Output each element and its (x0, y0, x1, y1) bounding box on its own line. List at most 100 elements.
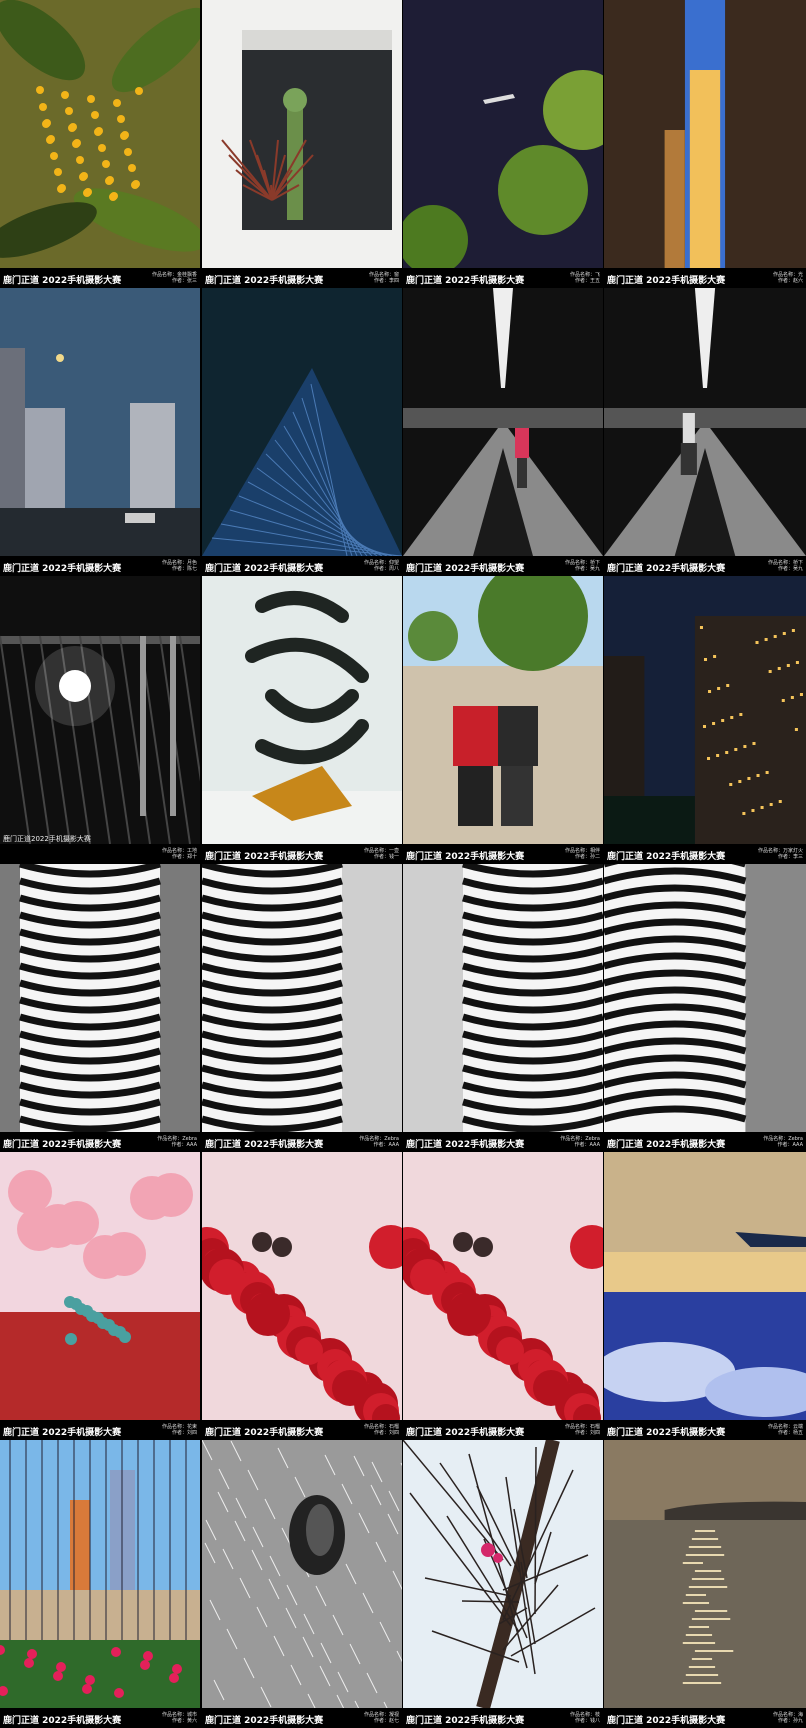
photo-image[interactable] (403, 0, 603, 268)
photo-caption: 鹿门正道 2022手机摄影大赛 作品名称：Zebra 作者：AAA (0, 1134, 200, 1152)
photo-tile[interactable]: 鹿门正道 2022手机摄影大赛 作品名称：窗 作者：李四 (202, 0, 402, 288)
caption-meta: 作品名称：石榴 作者：刘四 (363, 1424, 399, 1436)
photo-image[interactable] (0, 288, 200, 556)
photo-image[interactable] (202, 864, 402, 1132)
photo-image[interactable] (604, 864, 806, 1132)
photo-tile[interactable]: 鹿门正道 2022手机摄影大赛 作品名称：Zebra 作者：AAA (0, 864, 200, 1152)
caption-title: 鹿门正道 2022手机摄影大赛 (406, 852, 525, 862)
caption-meta: 作品名称：Zebra 作者：AAA (359, 1136, 399, 1148)
photo-caption: 鹿门正道 2022手机摄影大赛 作品名称：花束 作者：刘四 (0, 1422, 200, 1440)
photo-image[interactable] (604, 576, 806, 844)
caption-meta: 作品名称：光 作者：赵六 (772, 272, 803, 284)
photo-caption: 鹿门正道 2022手机摄影大赛 作品名称：桥下 作者：吴九 (403, 558, 603, 576)
photo-caption: 鹿门正道 2022手机摄影大赛 作品名称：城市 作者：黄六 (0, 1710, 200, 1728)
photo-grid: 鹿门正道 2022手机摄影大赛 作品名称：金桂飘香 作者：张三 鹿门正道 2022… (0, 0, 806, 1728)
photo-tile[interactable]: 鹿门正道 2022手机摄影大赛 作品名称：云端 作者：杨五 (604, 1152, 806, 1440)
caption-title: 鹿门正道 2022手机摄影大赛 (607, 1716, 726, 1726)
photo-tile[interactable]: 鹿门正道2022手机摄影大赛 作品名称：工地 作者：郑十 (0, 576, 200, 864)
photo-tile[interactable]: 鹿门正道 2022手机摄影大赛 作品名称：Zebra 作者：AAA (403, 864, 603, 1152)
photo-image[interactable] (0, 1440, 200, 1708)
caption-meta: 作品名称：桥下 作者：吴九 (564, 560, 600, 572)
photo-tile[interactable]: 鹿门正道 2022手机摄影大赛 作品名称：金桂飘香 作者：张三 (0, 0, 200, 288)
photo-caption: 鹿门正道 2022手机摄影大赛 作品名称：相伴 作者：孙二 (403, 846, 603, 864)
photo-image[interactable] (403, 864, 603, 1132)
caption-title: 鹿门正道 2022手机摄影大赛 (205, 1716, 324, 1726)
photo-image[interactable] (604, 288, 806, 556)
photo-tile[interactable]: 鹿门正道 2022手机摄影大赛 作品名称：仰望 作者：周八 (202, 288, 402, 576)
caption-meta: 作品名称：万家灯火 作者：李三 (757, 848, 803, 860)
photo-image[interactable] (0, 0, 200, 268)
photo-image[interactable] (403, 1440, 603, 1708)
photo-caption: 鹿门正道 2022手机摄影大赛 作品名称：光 作者：赵六 (604, 270, 806, 288)
photo-tile[interactable]: 鹿门正道 2022手机摄影大赛 作品名称：花束 作者：刘四 (0, 1152, 200, 1440)
photo-image[interactable] (202, 1440, 402, 1708)
photo-caption: 鹿门正道 2022手机摄影大赛 作品名称：一壶 作者：钱一 (202, 846, 402, 864)
caption-meta: 作品名称：石榴 作者：刘四 (564, 1424, 600, 1436)
photo-image[interactable] (202, 0, 402, 268)
caption-meta: 作品名称：Zebra 作者：AAA (560, 1136, 600, 1148)
caption-title: 鹿门正道 2022手机摄影大赛 (205, 852, 324, 862)
photo-image[interactable] (604, 1440, 806, 1708)
photo-caption: 鹿门正道 2022手机摄影大赛 作品名称：金桂飘香 作者：张三 (0, 270, 200, 288)
caption-title: 鹿门正道 2022手机摄影大赛 (205, 1428, 324, 1438)
photo-tile[interactable]: 鹿门正道 2022手机摄影大赛 作品名称：相伴 作者：孙二 (403, 576, 603, 864)
caption-title: 鹿门正道 2022手机摄影大赛 (607, 276, 726, 286)
photo-image[interactable] (0, 1152, 200, 1420)
photo-tile[interactable]: 鹿门正道 2022手机摄影大赛 作品名称：海 作者：孙九 (604, 1440, 806, 1728)
caption-meta: 作品名称：窗 作者：李四 (368, 272, 399, 284)
photo-image[interactable] (403, 288, 603, 556)
photo-tile[interactable]: 鹿门正道 2022手机摄影大赛 作品名称：桥下 作者：吴九 (604, 288, 806, 576)
caption-meta: 作品名称：云端 作者：杨五 (767, 1424, 803, 1436)
photo-image[interactable] (202, 576, 402, 844)
caption-meta: 作品名称：海 作者：孙九 (772, 1712, 803, 1724)
photo-image[interactable] (403, 1152, 603, 1420)
photo-tile[interactable]: 鹿门正道 2022手机摄影大赛 作品名称：Zebra 作者：AAA (202, 864, 402, 1152)
caption-title: 鹿门正道 2022手机摄影大赛 (3, 564, 122, 574)
photo-caption: 鹿门正道 2022手机摄影大赛 作品名称：石榴 作者：刘四 (202, 1422, 402, 1440)
photo-tile[interactable]: 鹿门正道 2022手机摄影大赛 作品名称：Zebra 作者：AAA (604, 864, 806, 1152)
photo-image[interactable] (0, 576, 200, 844)
photo-image[interactable] (202, 1152, 402, 1420)
photo-caption: 鹿门正道2022手机摄影大赛 作品名称：工地 作者：郑十 (0, 835, 200, 864)
photo-caption: 鹿门正道 2022手机摄影大赛 作品名称：Zebra 作者：AAA (604, 1134, 806, 1152)
caption-meta: 作品名称：仰望 作者：周八 (363, 560, 399, 572)
caption-title: 鹿门正道 2022手机摄影大赛 (406, 1140, 525, 1150)
photo-caption: 鹿门正道 2022手机摄影大赛 作品名称：飞 作者：王五 (403, 270, 603, 288)
photo-tile[interactable]: 鹿门正道 2022手机摄影大赛 作品名称：一壶 作者：钱一 (202, 576, 402, 864)
caption-meta: 作品名称：相伴 作者：孙二 (564, 848, 600, 860)
photo-tile[interactable]: 鹿门正道 2022手机摄影大赛 作品名称：凝视 作者：赵七 (202, 1440, 402, 1728)
photo-caption: 鹿门正道 2022手机摄影大赛 作品名称：Zebra 作者：AAA (403, 1134, 603, 1152)
photo-tile[interactable]: 鹿门正道 2022手机摄影大赛 作品名称：桥下 作者：吴九 (403, 288, 603, 576)
photo-caption: 鹿门正道 2022手机摄影大赛 作品名称：海 作者：孙九 (604, 1710, 806, 1728)
photo-tile[interactable]: 鹿门正道 2022手机摄影大赛 作品名称：石榴 作者：刘四 (403, 1152, 603, 1440)
photo-caption: 鹿门正道 2022手机摄影大赛 作品名称：枝 作者：钱八 (403, 1710, 603, 1728)
caption-meta: 作品名称：Zebra 作者：AAA (763, 1136, 803, 1148)
photo-tile[interactable]: 鹿门正道 2022手机摄影大赛 作品名称：飞 作者：王五 (403, 0, 603, 288)
photo-tile[interactable]: 鹿门正道 2022手机摄影大赛 作品名称：月色 作者：陈七 (0, 288, 200, 576)
photo-tile[interactable]: 鹿门正道 2022手机摄影大赛 作品名称：万家灯火 作者：李三 (604, 576, 806, 864)
photo-tile[interactable]: 鹿门正道 2022手机摄影大赛 作品名称：枝 作者：钱八 (403, 1440, 603, 1728)
photo-image[interactable] (403, 576, 603, 844)
caption-meta: 作品名称：飞 作者：王五 (569, 272, 600, 284)
photo-image[interactable] (202, 288, 402, 556)
caption-meta: 作品名称：工地 作者：郑十 (161, 848, 197, 860)
caption-title: 鹿门正道 2022手机摄影大赛 (3, 1140, 122, 1150)
photo-caption: 鹿门正道 2022手机摄影大赛 作品名称：云端 作者：杨五 (604, 1422, 806, 1440)
photo-caption: 鹿门正道 2022手机摄影大赛 作品名称：窗 作者：李四 (202, 270, 402, 288)
photo-image[interactable] (0, 864, 200, 1132)
photo-caption: 鹿门正道 2022手机摄影大赛 作品名称：桥下 作者：吴九 (604, 558, 806, 576)
photo-caption: 鹿门正道 2022手机摄影大赛 作品名称：凝视 作者：赵七 (202, 1710, 402, 1728)
caption-meta: 作品名称：枝 作者：钱八 (569, 1712, 600, 1724)
caption-title: 鹿门正道 2022手机摄影大赛 (3, 1716, 122, 1726)
photo-image[interactable] (604, 1152, 806, 1420)
caption-meta: 作品名称：月色 作者：陈七 (161, 560, 197, 572)
caption-title: 鹿门正道 2022手机摄影大赛 (406, 1428, 525, 1438)
photo-tile[interactable]: 鹿门正道 2022手机摄影大赛 作品名称：光 作者：赵六 (604, 0, 806, 288)
photo-tile[interactable]: 鹿门正道 2022手机摄影大赛 作品名称：石榴 作者：刘四 (202, 1152, 402, 1440)
photo-image[interactable] (604, 0, 806, 268)
photo-tile[interactable]: 鹿门正道 2022手机摄影大赛 作品名称：城市 作者：黄六 (0, 1440, 200, 1728)
photo-caption: 鹿门正道 2022手机摄影大赛 作品名称：Zebra 作者：AAA (202, 1134, 402, 1152)
caption-meta: 作品名称：桥下 作者：吴九 (767, 560, 803, 572)
caption-title: 鹿门正道 2022手机摄影大赛 (205, 1140, 324, 1150)
caption-title: 鹿门正道 2022手机摄影大赛 (607, 1428, 726, 1438)
